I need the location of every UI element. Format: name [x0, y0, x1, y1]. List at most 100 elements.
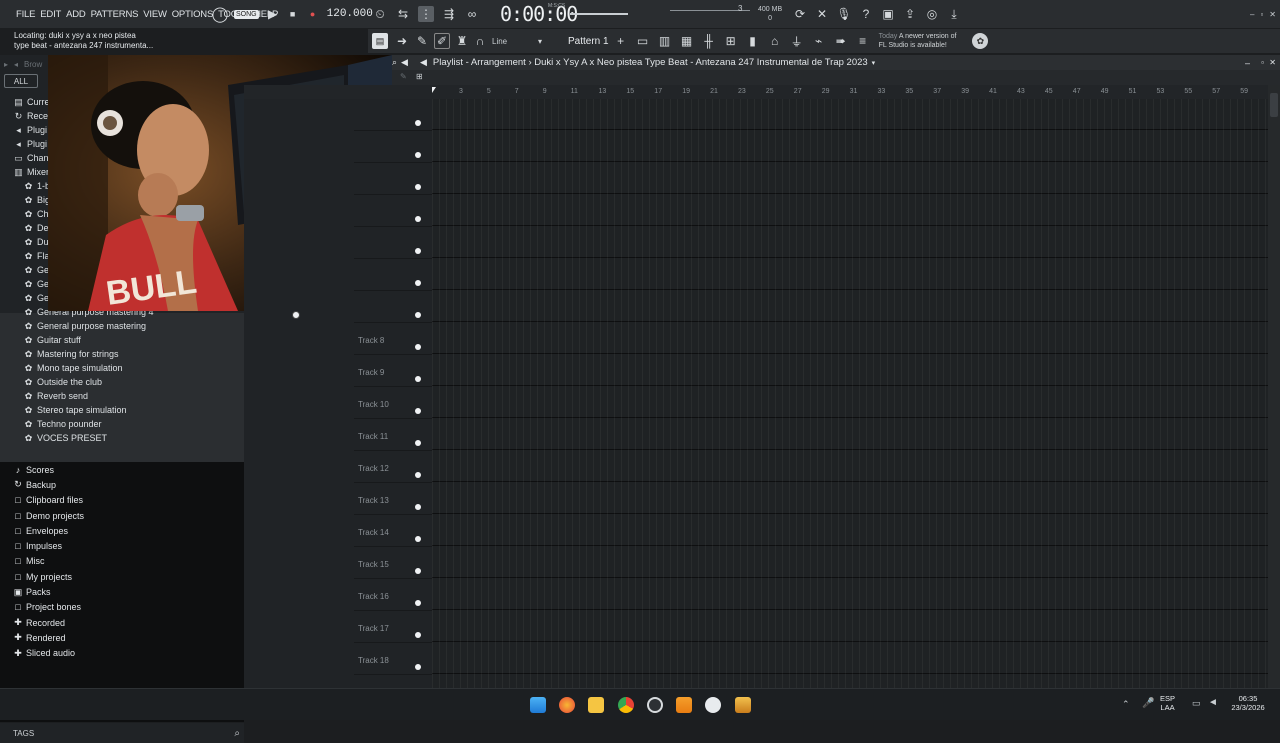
track-header[interactable]: Track 11 — [354, 419, 432, 451]
search-icon[interactable]: ⌕ — [234, 728, 240, 739]
track-mute-toggle[interactable] — [415, 120, 421, 126]
song-mode-label[interactable]: SONG — [234, 9, 259, 19]
pattern-selector[interactable]: Pattern 1 — [568, 36, 609, 47]
track-header[interactable]: Track 17 — [354, 611, 432, 643]
tempo-display[interactable]: 120.000 — [327, 8, 373, 20]
browser-folder-item[interactable]: □ Impulses — [0, 538, 244, 553]
master-pitch[interactable]: 3 — [670, 0, 750, 28]
add-pattern-icon[interactable]: + — [613, 33, 629, 49]
news-panel[interactable]: Today A newer version of FL Studio is av… — [879, 32, 957, 50]
track-header[interactable] — [354, 227, 432, 259]
track-mute-toggle[interactable] — [415, 568, 421, 574]
browser-options-icon[interactable]: ▸ — [4, 60, 8, 69]
track-mute-toggle[interactable] — [415, 152, 421, 158]
menu-item[interactable]: FILE — [16, 9, 35, 20]
browser-folder-item[interactable]: ✚ Recorded — [0, 615, 244, 630]
chrome-icon[interactable] — [618, 697, 634, 713]
browser-folder-item[interactable]: □ My projects — [0, 569, 244, 584]
close-icon[interactable]: ✕ — [1269, 10, 1276, 19]
track-mute-toggle[interactable] — [415, 600, 421, 606]
windows-start-icon[interactable] — [530, 697, 546, 713]
menu-item[interactable]: PATTERNS — [91, 9, 139, 20]
track-mute-toggle[interactable] — [415, 216, 421, 222]
track-mute-toggle[interactable] — [415, 440, 421, 446]
chat-icon[interactable]: ◎ — [924, 6, 940, 22]
media-player-icon[interactable] — [705, 697, 721, 713]
pattern-song-toggle[interactable]: ◯ — [212, 6, 229, 23]
fl-studio-second-icon[interactable] — [735, 697, 751, 713]
render-icon[interactable]: ⇪ — [902, 6, 918, 22]
countdown-icon[interactable]: ⋮ — [418, 6, 434, 22]
loop-record-icon[interactable]: ∞ — [464, 6, 480, 22]
blend-notes-icon[interactable]: ⇶ — [441, 6, 457, 22]
browser-icon[interactable]: ⊞ — [723, 33, 739, 49]
browser-tree-item[interactable]: ✿ General purpose mastering — [0, 319, 244, 333]
track-header[interactable]: Track 16 — [354, 579, 432, 611]
wait-input-icon[interactable]: ⇆ — [395, 6, 411, 22]
scroll-thumb[interactable] — [1270, 93, 1278, 117]
track-header[interactable]: Track 10 — [354, 387, 432, 419]
panic-icon[interactable]: ✕ — [814, 6, 830, 22]
track-header[interactable] — [354, 195, 432, 227]
list-icon[interactable]: ≡ — [855, 33, 871, 49]
track-mute-toggle[interactable] — [415, 504, 421, 510]
speaker-icon[interactable]: ◀ — [401, 57, 408, 68]
playlist-icon[interactable]: ▭ — [635, 33, 651, 49]
track-header[interactable]: Track 14 — [354, 515, 432, 547]
refresh-icon[interactable]: ⟳ — [792, 6, 808, 22]
browser-tree-item[interactable]: ✿ Outside the club — [0, 375, 244, 389]
playlist-minimize-icon[interactable]: – — [1245, 58, 1250, 68]
firefox-icon[interactable] — [559, 697, 575, 713]
chevron-down-icon[interactable]: ▾ — [532, 33, 548, 49]
menu-item[interactable]: OPTIONS — [172, 9, 214, 20]
browser-back-icon[interactable]: ◂ — [14, 60, 18, 69]
clock[interactable]: 06:35 23/3/2026 — [1226, 694, 1270, 712]
brush-icon[interactable]: ⌁ — [811, 33, 827, 49]
browser-tree-item[interactable]: ✿ Guitar stuff — [0, 333, 244, 347]
snap-icon[interactable]: ▤ — [372, 33, 388, 49]
browser-folder-item[interactable]: ✚ Rendered — [0, 630, 244, 645]
touch-keyboard-icon[interactable]: ⌂ — [767, 33, 783, 49]
track-header[interactable]: Track 13 — [354, 483, 432, 515]
paint-icon[interactable]: ✐ — [434, 33, 450, 49]
search-icon[interactable]: ⌕ — [392, 57, 397, 68]
track-header[interactable]: Track 12 — [354, 451, 432, 483]
microphone-icon[interactable]: 🎙 — [836, 6, 852, 22]
playhead-marker[interactable] — [432, 87, 436, 93]
magnet-icon[interactable]: ∩ — [472, 33, 488, 49]
line-mode-select[interactable]: Line — [492, 37, 532, 46]
track-mute-toggle[interactable] — [415, 472, 421, 478]
track-header[interactable] — [354, 291, 432, 323]
playlist-maximize-icon[interactable]: ▫ — [1261, 58, 1264, 67]
track-header[interactable]: Track 15 — [354, 547, 432, 579]
browser-folder-item[interactable]: □ Envelopes — [0, 523, 244, 538]
plugin-picker-icon[interactable]: ▮ — [745, 33, 761, 49]
browser-tree-item[interactable]: ✿ Mastering for strings — [0, 347, 244, 361]
plug-icon[interactable]: ⏚ — [789, 33, 805, 49]
track-mute-toggle[interactable] — [415, 280, 421, 286]
menu-item[interactable]: VIEW — [143, 9, 167, 20]
stop-icon[interactable]: ■ — [285, 6, 301, 22]
track-mute-toggle[interactable] — [415, 344, 421, 350]
obs-icon[interactable] — [647, 697, 663, 713]
tray-chevron-icon[interactable]: ⌃ — [1122, 699, 1130, 710]
filter-all-button[interactable]: ALL — [4, 74, 38, 88]
volume-icon[interactable]: ◄ — [1208, 697, 1218, 708]
browser-folder-item[interactable]: □ Misc — [0, 554, 244, 569]
menu-item[interactable]: EDIT — [40, 9, 61, 20]
fl-studio-taskbar-icon[interactable] — [676, 697, 692, 713]
channel-rack-icon[interactable]: ▦ — [679, 33, 695, 49]
browser-tree-item[interactable]: ✿ Reverb send — [0, 389, 244, 403]
track-header[interactable]: Track 18 — [354, 643, 432, 675]
track-mute-toggle[interactable] — [415, 248, 421, 254]
fl-logo-icon[interactable]: ✿ — [972, 33, 989, 49]
save-icon[interactable]: ▣ — [880, 6, 896, 22]
track-mute-toggle[interactable] — [415, 536, 421, 542]
menu-item[interactable]: ADD — [66, 9, 86, 20]
export-icon[interactable]: ➠ — [833, 33, 849, 49]
master-volume[interactable] — [570, 0, 628, 28]
arrow-right-icon[interactable]: ➜ — [394, 33, 410, 49]
track-mute-toggle[interactable] — [415, 312, 421, 318]
browser-folder-item[interactable]: ♪ Scores — [0, 462, 244, 477]
tray-mic-icon[interactable]: 🎤 — [1142, 698, 1154, 709]
